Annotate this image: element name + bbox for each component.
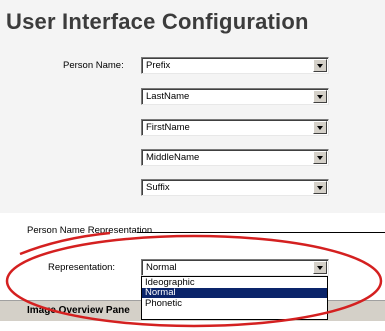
chevron-down-icon[interactable] xyxy=(313,151,327,164)
representation-label: Representation: xyxy=(48,262,116,273)
chevron-down-icon[interactable] xyxy=(313,121,327,134)
suffix-select[interactable]: Suffix xyxy=(141,179,329,196)
prefix-select-value: Prefix xyxy=(146,60,171,71)
red-ellipse-annotation-tail xyxy=(19,231,111,256)
middlename-select-value: MiddleName xyxy=(146,152,200,163)
suffix-select-value: Suffix xyxy=(146,182,170,193)
chevron-down-icon[interactable] xyxy=(313,181,327,194)
image-overview-title: Image Overview Pane xyxy=(27,305,130,316)
representation-dropdown-list[interactable]: Ideographic Normal Phonetic xyxy=(141,276,328,320)
chevron-down-icon[interactable] xyxy=(313,261,327,274)
chevron-down-icon[interactable] xyxy=(313,90,327,103)
chevron-down-icon[interactable] xyxy=(313,59,327,72)
person-name-label: Person Name: xyxy=(63,60,124,71)
middlename-select[interactable]: MiddleName xyxy=(141,149,329,166)
lastname-select-value: LastName xyxy=(146,91,190,102)
section-divider xyxy=(137,232,385,233)
firstname-select-value: FirstName xyxy=(146,122,190,133)
firstname-select[interactable]: FirstName xyxy=(141,119,329,136)
lastname-select[interactable]: LastName xyxy=(141,88,329,105)
option-normal[interactable]: Normal xyxy=(142,288,327,298)
prefix-select[interactable]: Prefix xyxy=(141,57,329,74)
option-phonetic[interactable]: Phonetic xyxy=(142,299,327,309)
representation-select[interactable]: Normal xyxy=(141,259,329,276)
page-title: User Interface Configuration xyxy=(6,9,309,34)
representation-section-heading: Person Name Representation xyxy=(27,225,153,236)
representation-select-value: Normal xyxy=(146,262,177,273)
